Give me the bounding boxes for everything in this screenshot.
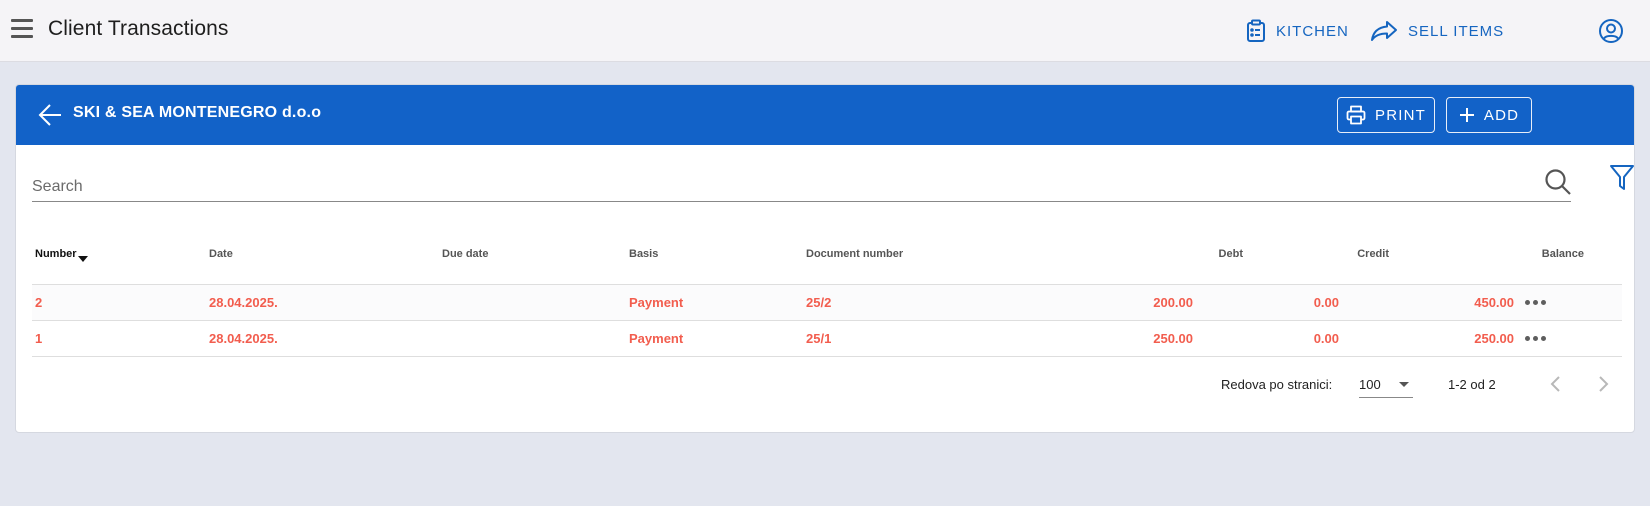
rows-per-page-label: Redova po stranici: [1221,377,1333,392]
cell-document-number: 25/2 [806,295,832,310]
clipboard-icon [1247,19,1265,42]
cell-balance: 450.00 [1474,295,1514,310]
page-title: Client Transactions [48,17,229,40]
table-row[interactable]: 1 28.04.2025. Payment 25/1 250.00 0.00 2… [32,321,1622,356]
account-circle-icon[interactable] [1598,18,1624,44]
client-name: SKI & SEA MONTENEGRO d.o.o [73,104,322,121]
cell-balance: 250.00 [1474,331,1514,346]
add-label: ADD [1483,106,1520,124]
more-horizontal-icon[interactable] [1525,331,1549,345]
sell-items-button[interactable]: SELL ITEMS [1370,0,1504,62]
sort-descending-icon [77,256,88,262]
print-button[interactable]: PRINT [1337,97,1435,133]
add-button[interactable]: ADD [1446,97,1532,133]
cell-debt: 200.00 [1153,295,1193,310]
top-app-bar: Client Transactions KITCHEN SELL ITEMS [0,0,1650,62]
search-icon[interactable] [1544,168,1572,196]
chevron-down-icon [1399,382,1409,387]
printer-icon [1346,105,1366,125]
cell-debt: 250.00 [1153,331,1193,346]
column-header-basis[interactable]: Basis [629,248,658,260]
column-header-number-label: Number [35,248,77,260]
filter-icon[interactable] [1609,164,1635,192]
cell-document-number: 25/1 [806,331,832,346]
cell-date: 28.04.2025. [209,331,278,346]
cell-credit: 0.00 [1313,331,1339,346]
chevron-right-icon[interactable] [1590,371,1616,397]
search-field [32,173,1571,202]
column-header-document-number[interactable]: Document number [806,248,903,260]
rows-per-page-value: 100 [1359,377,1381,392]
chevron-left-icon[interactable] [1543,371,1569,397]
cell-number: 2 [35,295,43,310]
column-header-date[interactable]: Date [209,248,233,260]
row-divider [32,356,1622,357]
card-header: SKI & SEA MONTENEGRO d.o.o PRINT ADD [16,85,1634,145]
kitchen-button[interactable]: KITCHEN [1246,0,1349,62]
column-header-due-date[interactable]: Due date [442,248,488,260]
column-header-number[interactable]: Number [35,248,88,262]
cell-date: 28.04.2025. [209,295,278,310]
plus-icon [1459,108,1474,122]
transactions-card: SKI & SEA MONTENEGRO d.o.o PRINT ADD Num… [15,84,1635,433]
column-header-balance[interactable]: Balance [1456,248,1584,260]
cell-credit: 0.00 [1313,295,1339,310]
print-label: PRINT [1375,106,1426,124]
kitchen-label: KITCHEN [1276,22,1349,40]
cell-basis: Payment [629,331,684,346]
column-header-credit[interactable]: Credit [1311,248,1389,260]
more-horizontal-icon[interactable] [1525,295,1549,309]
cell-basis: Payment [629,295,684,310]
sell-items-label: SELL ITEMS [1408,22,1505,40]
rows-per-page-select[interactable]: 100 [1359,370,1413,398]
column-header-debt[interactable]: Debt [1156,248,1243,260]
search-input[interactable] [32,173,1512,201]
arrow-left-icon[interactable] [38,103,64,127]
cell-number: 1 [35,331,43,346]
share-icon [1371,21,1397,41]
menu-icon[interactable] [11,19,33,43]
page-range: 1-2 od 2 [1448,377,1496,392]
table-row[interactable]: 2 28.04.2025. Payment 25/2 200.00 0.00 4… [32,285,1622,320]
